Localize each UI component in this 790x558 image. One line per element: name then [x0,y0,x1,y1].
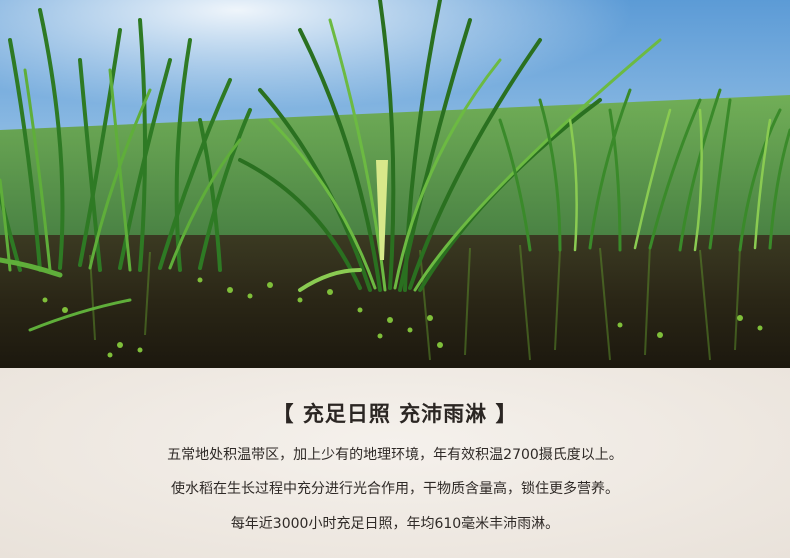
text-panel: 【 充足日照 充沛雨淋 】 五常地处积温带区，加上少有的地理环境，年有效积温27… [0,368,790,558]
page: 【 充足日照 充沛雨淋 】 五常地处积温带区，加上少有的地理环境，年有效积温27… [0,0,790,558]
rice-paddy-photo [0,0,790,368]
rice-paddy-illustration [0,0,790,368]
section-heading: 【 充足日照 充沛雨淋 】 [272,402,518,426]
description-line-2: 使水稻在生长过程中充分进行光合作用，干物质含量高，锁住更多营养。 [171,481,619,497]
description-line-3: 每年近3000小时充足日照，年均610毫米丰沛雨淋。 [230,516,560,532]
description-line-1: 五常地处积温带区，加上少有的地理环境，年有效积温2700摄氏度以上。 [167,447,623,463]
